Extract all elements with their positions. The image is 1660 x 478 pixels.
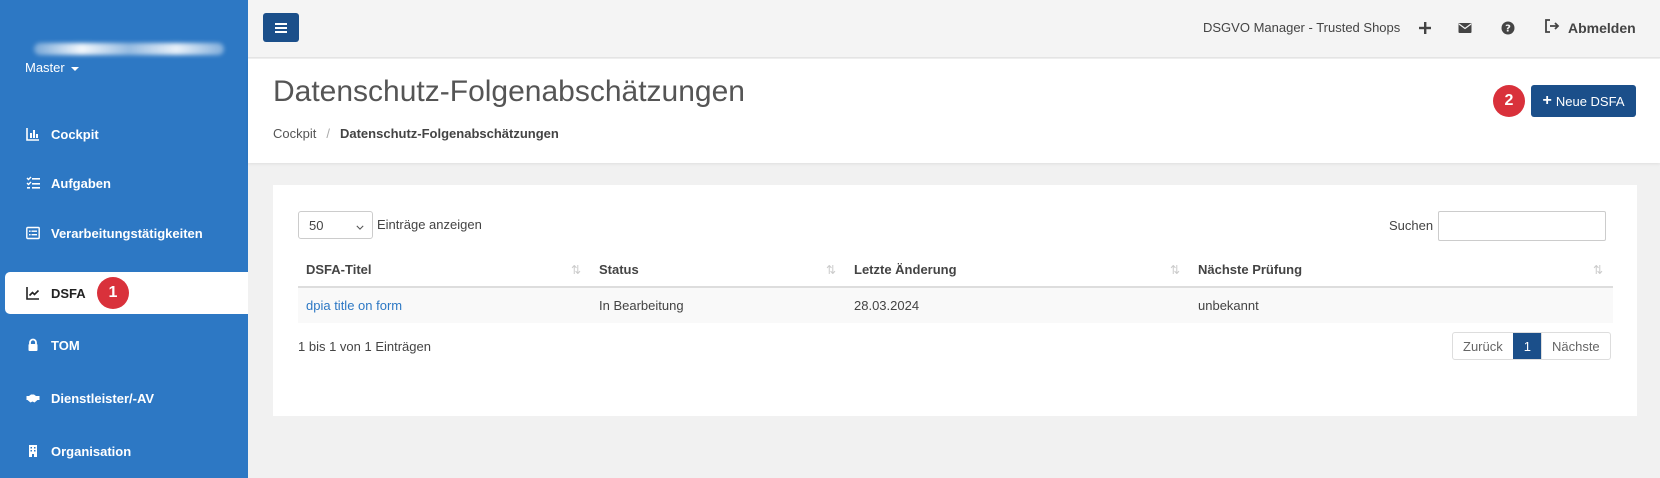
chevron-down-icon [356,218,364,233]
entries-per-page-label: Einträge anzeigen [377,217,482,232]
chart-line-icon [25,285,41,301]
sidebar-item-label: Dienstleister/-AV [51,390,155,406]
caret-down-icon [70,66,79,71]
dsfa-table-card: 50 Einträge anzeigen Suchen DSFA-Titel ⇅ … [273,185,1637,416]
help-icon[interactable]: ? [1497,17,1519,39]
sidebar-item-label: DSFA [51,285,86,301]
sort-icon: ⇅ [570,263,581,277]
sidebar-item-aufgaben[interactable]: Aufgaben [5,162,248,204]
chart-bar-icon [25,126,41,142]
breadcrumb-separator: / [326,126,330,141]
list-alt-icon [25,225,41,241]
entries-per-page-select[interactable]: 50 [298,211,373,239]
envelope-icon[interactable] [1454,17,1476,39]
sidebar: Master Cockpit Aufgaben Verarbeitungstät… [0,0,248,478]
logout-button[interactable]: Abmelden [1544,19,1636,36]
column-header-last-change[interactable]: Letzte Änderung ⇅ [846,253,1190,288]
sidebar-item-label: TOM [51,337,80,353]
pagination-next-button[interactable]: Nächste [1542,333,1610,359]
sidebar-item-label: Aufgaben [51,175,111,191]
search-label: Suchen [1389,218,1434,233]
cell-last-change: 28.03.2024 [846,287,1190,323]
table-info: 1 bis 1 von 1 Einträgen [298,339,431,354]
app-title: DSGVO Manager - Trusted Shops [1203,20,1401,35]
dsfa-table: DSFA-Titel ⇅ Status ⇅ Letzte Änderung ⇅ Näc… [298,253,1613,323]
sidebar-item-tom[interactable]: TOM [5,324,248,366]
cell-title: dpia title on form [298,287,591,323]
handshake-icon [25,390,41,406]
organization-selector[interactable]: Master [25,60,79,75]
new-dsfa-label: Neue DSFA [1555,93,1625,109]
building-icon [25,443,41,459]
pagination: Zurück 1 Nächste [1452,332,1611,360]
menu-toggle-button[interactable] [263,13,299,42]
hamburger-icon [275,26,287,29]
sidebar-item-label: Cockpit [51,126,99,142]
pagination-page-1[interactable]: 1 [1512,333,1542,359]
sidebar-item-verarbeitungstaetigkeiten[interactable]: Verarbeitungstätigkeiten [5,212,248,254]
organization-label: Master [25,60,65,75]
sidebar-item-label: Organisation [51,443,132,459]
tasks-icon [25,175,41,191]
plus-icon: + [1542,92,1552,109]
annotation-badge-1: 1 [97,277,129,309]
topbar: DSGVO Manager - Trusted Shops ? Abmelden [248,0,1660,58]
breadcrumb: Cockpit / Datenschutz-Folgenabschätzunge… [273,126,559,141]
annotation-badge-2: 2 [1493,85,1525,117]
column-header-status[interactable]: Status ⇅ [591,253,846,288]
add-icon[interactable] [1414,17,1436,39]
search-input[interactable] [1438,211,1606,241]
sidebar-item-cockpit[interactable]: Cockpit [5,113,248,155]
page-title: Datenschutz-Folgenabschätzungen [273,75,745,108]
table-row: dpia title on form In Bearbeitung 28.03.… [298,287,1613,323]
sign-out-icon [1544,19,1560,36]
svg-text:?: ? [1505,24,1511,35]
breadcrumb-link-cockpit[interactable]: Cockpit [273,126,316,141]
dsfa-title-link[interactable]: dpia title on form [306,298,402,313]
sidebar-item-dienstleister[interactable]: Dienstleister/-AV [5,377,248,419]
entries-per-page-value: 50 [309,217,324,233]
cell-status: In Bearbeitung [591,287,846,323]
pagination-prev-button[interactable]: Zurück [1453,333,1513,359]
sidebar-item-organisation[interactable]: Organisation [5,430,248,472]
user-name-blurred [34,43,224,55]
sort-icon: ⇅ [825,263,836,277]
sidebar-item-label: Verarbeitungstätigkeiten [51,225,203,241]
sort-icon: ⇅ [1592,263,1603,277]
table-header-row: DSFA-Titel ⇅ Status ⇅ Letzte Änderung ⇅ Näc… [298,253,1613,288]
new-dsfa-button[interactable]: + Neue DSFA [1531,85,1636,117]
logout-label: Abmelden [1568,19,1636,36]
column-header-title[interactable]: DSFA-Titel ⇅ [298,253,591,288]
cell-next-review: unbekannt [1190,287,1613,323]
column-header-next-review[interactable]: Nächste Prüfung ⇅ [1190,253,1613,288]
page-header: Datenschutz-Folgenabschätzungen Cockpit … [248,59,1660,163]
breadcrumb-current: Datenschutz-Folgenabschätzungen [339,126,559,141]
sort-icon: ⇅ [1169,263,1180,277]
lock-icon [25,337,41,353]
